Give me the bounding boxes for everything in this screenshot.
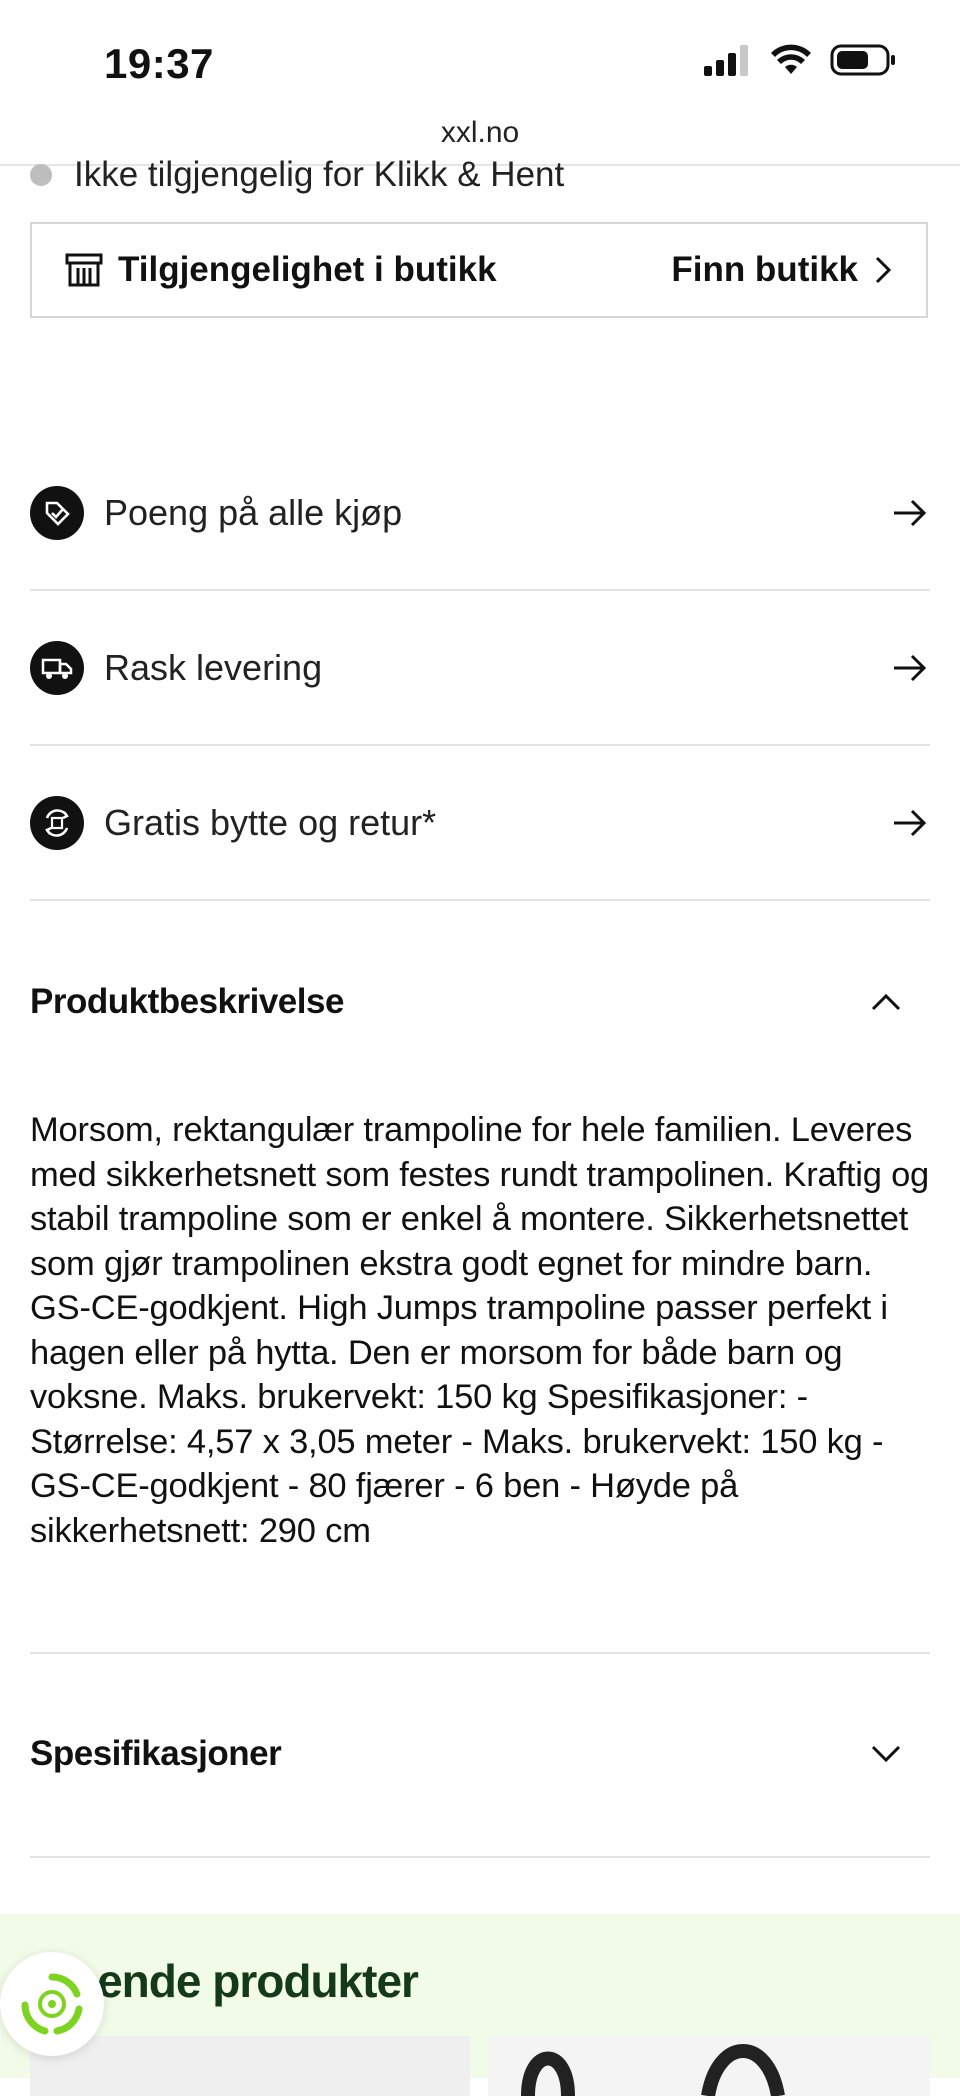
divider xyxy=(30,1856,930,1858)
store-availability-label: Tilgjengelighet i butikk xyxy=(118,250,497,289)
status-icons xyxy=(702,44,896,76)
exchange-icon xyxy=(30,795,84,850)
wifi-icon xyxy=(771,44,811,74)
perk-label: Rask levering xyxy=(104,646,323,688)
chevron-down-icon xyxy=(864,1732,908,1776)
description-title: Produktbeskrivelse xyxy=(30,982,344,1021)
perk-fast-delivery[interactable]: Rask levering xyxy=(30,591,930,746)
specs-accordion-header[interactable]: Spesifikasjoner xyxy=(30,1732,930,1776)
specs-title: Spesifikasjoner xyxy=(30,1734,282,1773)
click-and-collect-status: Ikke tilgjengelig for Klikk & Hent xyxy=(30,155,564,195)
find-store-link[interactable]: Finn butikk xyxy=(671,250,892,290)
recycle-badge-button[interactable] xyxy=(0,1952,104,2056)
truck-icon xyxy=(30,640,84,695)
arrow-right-icon xyxy=(890,803,930,843)
store-availability-button[interactable]: Tilgjengelighet i butikk Finn butikk xyxy=(30,222,928,318)
chevron-right-icon xyxy=(875,256,892,284)
status-time: 19:37 xyxy=(104,40,214,87)
cellular-signal-icon xyxy=(704,45,748,76)
status-bar: 19:37 xyxy=(0,0,960,120)
click-and-collect-text: Ikke tilgjengelig for Klikk & Hent xyxy=(74,155,565,194)
perk-points[interactable]: Poeng på alle kjøp xyxy=(30,436,930,591)
chevron-up-icon xyxy=(864,980,908,1024)
perk-label: Gratis bytte og retur* xyxy=(104,801,437,843)
url-bar[interactable]: xxl.no xyxy=(0,116,960,150)
store-availability-left: Tilgjengelighet i butikk xyxy=(64,250,497,290)
arrow-right-icon xyxy=(890,493,930,533)
description-text: Morsom, rektangulær trampoline for hele … xyxy=(30,1111,930,1550)
related-products-title: nende produkter xyxy=(70,1955,419,2007)
tag-check-icon xyxy=(30,485,84,540)
perk-label: Poeng på alle kjøp xyxy=(104,491,403,533)
product-card[interactable] xyxy=(488,2036,930,2096)
arrow-right-icon xyxy=(890,648,930,688)
find-store-label: Finn butikk xyxy=(671,250,858,289)
status-dot-icon xyxy=(30,164,52,186)
store-icon xyxy=(65,253,103,287)
product-card[interactable] xyxy=(30,2036,470,2096)
perk-free-returns[interactable]: Gratis bytte og retur* xyxy=(30,746,930,901)
divider xyxy=(30,1652,930,1654)
battery-icon xyxy=(830,44,895,76)
product-image xyxy=(521,2044,785,2096)
related-products-section: nende produkter xyxy=(0,1914,960,2096)
recycle-icon xyxy=(21,1973,83,2035)
description-accordion-header[interactable]: Produktbeskrivelse xyxy=(30,980,930,1024)
